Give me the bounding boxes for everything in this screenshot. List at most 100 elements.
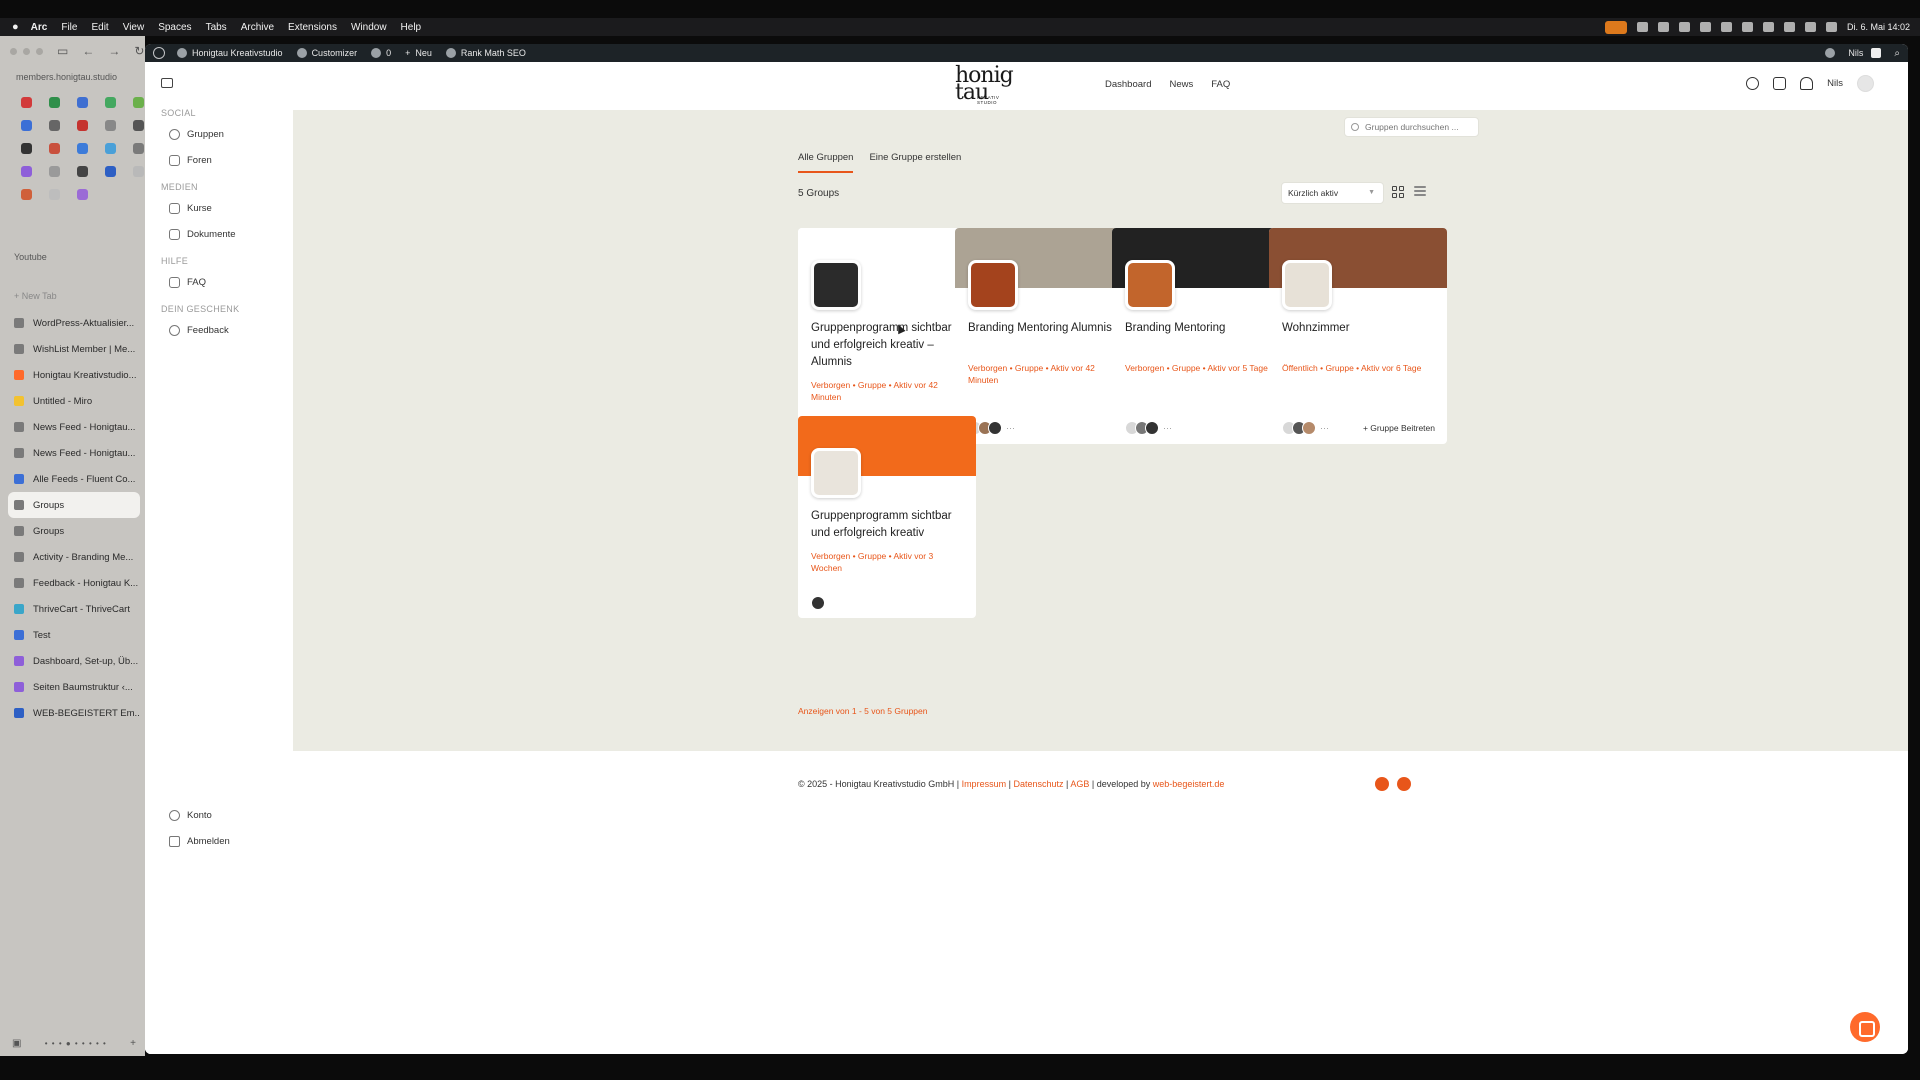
tab-alle-gruppen[interactable]: Alle Gruppen bbox=[798, 152, 854, 173]
group-card[interactable]: Gruppenprogramm sichtbar und erfolgreich… bbox=[798, 416, 976, 618]
group-title[interactable]: Gruppenprogramm sichtbar und erfolgreich… bbox=[811, 508, 966, 542]
pinned-tab[interactable] bbox=[40, 163, 68, 179]
instagram-icon[interactable] bbox=[1375, 777, 1389, 791]
wordpress-icon[interactable] bbox=[153, 47, 165, 59]
group-members[interactable] bbox=[811, 596, 825, 610]
site-logo[interactable]: honig tau KREATIV STUDIO bbox=[955, 65, 1014, 106]
grid-view-icon[interactable] bbox=[1392, 186, 1404, 198]
wp-rankmath-link[interactable]: Rank Math SEO bbox=[445, 48, 526, 58]
menu-window[interactable]: Window bbox=[351, 22, 387, 33]
pinned-tab[interactable] bbox=[68, 163, 96, 179]
spotlight-icon[interactable] bbox=[1804, 22, 1816, 32]
back-icon[interactable]: ← bbox=[82, 44, 94, 58]
pinned-tab[interactable] bbox=[68, 117, 96, 133]
group-title[interactable]: Branding Mentoring Alumnis bbox=[968, 320, 1123, 337]
nav-dashboard[interactable]: Dashboard bbox=[1105, 79, 1151, 90]
close-window-icon[interactable] bbox=[10, 47, 17, 55]
wp-site-link[interactable]: Honigtau Kreativstudio bbox=[177, 48, 283, 58]
inbox-icon[interactable] bbox=[1773, 77, 1787, 90]
battery-icon[interactable] bbox=[1762, 22, 1774, 32]
pinned-tab[interactable] bbox=[68, 94, 96, 110]
pinned-tab[interactable] bbox=[40, 117, 68, 133]
browser-tab[interactable]: Seiten Baumstruktur ‹... bbox=[8, 674, 140, 700]
minimize-window-icon[interactable] bbox=[23, 47, 30, 55]
browser-tab[interactable]: News Feed - Honigtau... bbox=[8, 414, 140, 440]
panel-toggle-icon[interactable] bbox=[161, 78, 173, 88]
new-tab-button[interactable]: + New Tab bbox=[14, 291, 57, 301]
footer-link-agb[interactable]: AGB bbox=[1070, 779, 1089, 789]
browser-tab[interactable]: Honigtau Kreativstudio... bbox=[8, 362, 140, 388]
group-avatar[interactable] bbox=[811, 260, 861, 310]
group-avatar[interactable] bbox=[1282, 260, 1332, 310]
zoom-window-icon[interactable] bbox=[36, 47, 43, 55]
footer-link-datenschutz[interactable]: Datenschutz bbox=[1013, 779, 1063, 789]
footer-link-impressum[interactable]: Impressum bbox=[962, 779, 1007, 789]
browser-tab[interactable]: Dashboard, Set-up, Üb... bbox=[8, 648, 140, 674]
pinned-tab[interactable] bbox=[12, 94, 40, 110]
browser-tab[interactable]: Test bbox=[8, 622, 140, 648]
nav-item-dokumente[interactable]: Dokumente bbox=[169, 229, 236, 240]
search-icon[interactable]: ⌕ bbox=[1894, 48, 1900, 59]
group-title[interactable]: Gruppenprogramm sichtbar und erfolgreich… bbox=[811, 320, 966, 371]
archive-icon[interactable]: ▣ bbox=[12, 1038, 21, 1049]
search-icon[interactable] bbox=[1746, 77, 1760, 90]
pinned-tab[interactable] bbox=[40, 94, 68, 110]
status-icon[interactable] bbox=[1636, 22, 1648, 32]
wifi-icon[interactable] bbox=[1783, 22, 1795, 32]
user-avatar-icon[interactable] bbox=[1871, 48, 1882, 58]
nav-item-kurse[interactable]: Kurse bbox=[169, 203, 212, 214]
menu-help[interactable]: Help bbox=[401, 22, 422, 33]
nav-item-konto[interactable]: Konto bbox=[169, 810, 212, 821]
menu-tabs[interactable]: Tabs bbox=[206, 22, 227, 33]
space-switcher[interactable]: • • • ● • • • • • bbox=[27, 1039, 124, 1048]
control-center-icon[interactable] bbox=[1825, 22, 1837, 32]
pinned-tab[interactable] bbox=[40, 140, 68, 156]
menu-edit[interactable]: Edit bbox=[91, 22, 108, 33]
group-title[interactable]: Branding Mentoring bbox=[1125, 320, 1280, 337]
sidebar-toggle-icon[interactable]: ▭ bbox=[57, 44, 68, 58]
browser-tab[interactable]: Untitled - Miro bbox=[8, 388, 140, 414]
group-card[interactable]: Gruppenprogramm sichtbar und erfolgreich… bbox=[798, 228, 976, 444]
browser-tab[interactable]: WEB-BEGEISTERT Em... bbox=[8, 700, 140, 726]
browser-tab[interactable]: WishList Member | Me... bbox=[8, 336, 140, 362]
pinned-tab[interactable] bbox=[12, 117, 40, 133]
pinned-tab[interactable] bbox=[96, 163, 124, 179]
browser-tab[interactable]: Feedback - Honigtau K... bbox=[8, 570, 140, 596]
pinned-tab[interactable] bbox=[12, 163, 40, 179]
menu-view[interactable]: View bbox=[123, 22, 145, 33]
add-space-icon[interactable]: + bbox=[130, 1038, 136, 1049]
nav-faq[interactable]: FAQ bbox=[1211, 79, 1230, 90]
status-icon[interactable] bbox=[1657, 22, 1669, 32]
folder-youtube[interactable]: Youtube bbox=[14, 252, 47, 262]
header-user-name[interactable]: Nils bbox=[1827, 78, 1843, 89]
microphone-icon[interactable] bbox=[1604, 20, 1627, 34]
sort-select[interactable]: Kürzlich aktiv ▼ bbox=[1281, 182, 1384, 204]
bell-icon[interactable] bbox=[1800, 77, 1814, 90]
group-avatar[interactable] bbox=[968, 260, 1018, 310]
forward-icon[interactable]: → bbox=[108, 44, 120, 58]
group-card[interactable]: Wohnzimmer Öffentlich • Gruppe • Aktiv vo… bbox=[1269, 228, 1447, 444]
pinned-tab[interactable] bbox=[12, 186, 40, 202]
menu-app[interactable]: Arc bbox=[31, 22, 48, 33]
status-icon[interactable] bbox=[1678, 22, 1690, 32]
pinned-tab[interactable] bbox=[68, 186, 96, 202]
nav-news[interactable]: News bbox=[1169, 79, 1193, 90]
menu-extensions[interactable]: Extensions bbox=[288, 22, 337, 33]
nav-item-abmelden[interactable]: Abmelden bbox=[169, 836, 230, 847]
browser-tab[interactable]: Groups bbox=[8, 492, 140, 518]
pinned-tab[interactable] bbox=[12, 140, 40, 156]
menubar-clock[interactable]: Di. 6. Mai 14:02 bbox=[1847, 22, 1910, 32]
chat-launcher-button[interactable] bbox=[1850, 1012, 1880, 1042]
avatar[interactable] bbox=[1857, 75, 1874, 92]
nav-item-gruppen[interactable]: Gruppen bbox=[169, 129, 224, 140]
pinned-tab[interactable] bbox=[96, 117, 124, 133]
group-avatar[interactable] bbox=[1125, 260, 1175, 310]
wp-customizer-link[interactable]: Customizer bbox=[296, 48, 357, 58]
nav-item-foren[interactable]: Foren bbox=[169, 155, 212, 166]
nav-item-faq[interactable]: FAQ bbox=[169, 277, 206, 288]
group-card[interactable]: Branding Mentoring Verborgen • Gruppe • A… bbox=[1112, 228, 1290, 444]
group-title[interactable]: Wohnzimmer bbox=[1282, 320, 1437, 337]
wp-comments-link[interactable]: 0 bbox=[371, 48, 391, 58]
pinned-tab[interactable] bbox=[68, 140, 96, 156]
browser-tab[interactable]: Activity - Branding Me... bbox=[8, 544, 140, 570]
